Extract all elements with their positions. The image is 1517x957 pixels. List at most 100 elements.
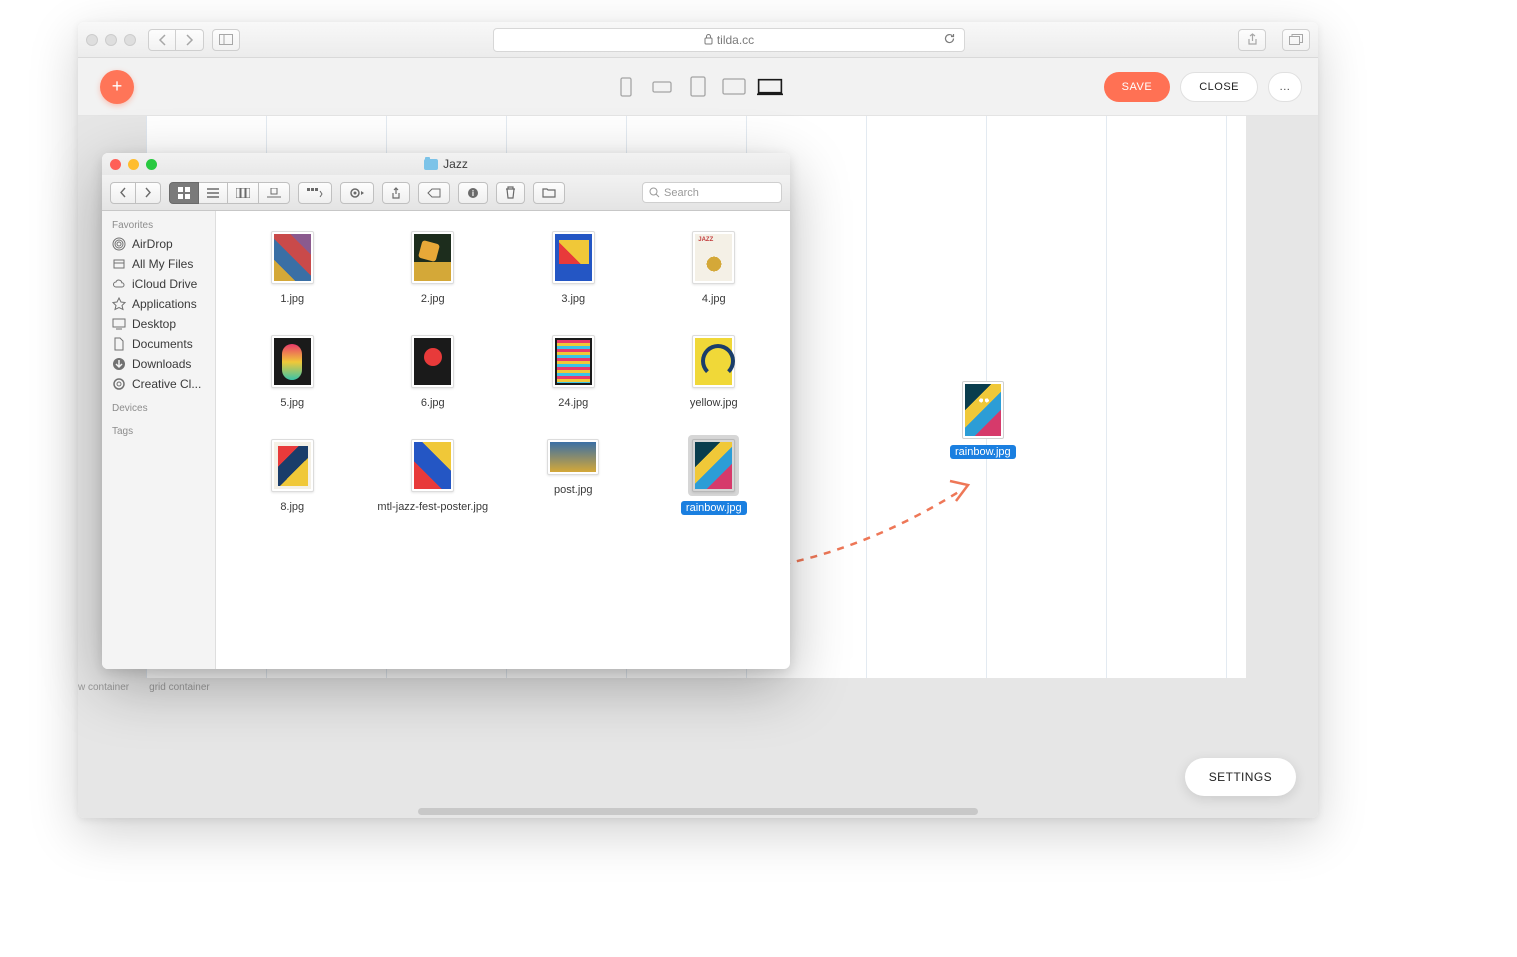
- device-tablet-portrait-icon[interactable]: [685, 76, 711, 98]
- finder-title: Jazz: [443, 157, 468, 171]
- traffic-lights: [86, 34, 136, 46]
- file-item[interactable]: rainbow.jpg: [650, 431, 779, 519]
- file-label: 1.jpg: [280, 293, 304, 305]
- delete-button[interactable]: [496, 182, 525, 204]
- safari-right-controls: [1230, 29, 1310, 51]
- finder-search-input[interactable]: Search: [642, 182, 782, 203]
- finder-body: Favorites AirDrop All My Files iCloud Dr…: [102, 211, 790, 669]
- file-thumbnail: [692, 335, 735, 388]
- view-coverflow-button[interactable]: [259, 182, 290, 204]
- file-item[interactable]: 24.jpg: [509, 327, 638, 413]
- folder-icon: [424, 159, 438, 170]
- sidebar-item-documents[interactable]: Documents: [102, 334, 215, 354]
- finder-sidebar: Favorites AirDrop All My Files iCloud Dr…: [102, 211, 216, 669]
- file-thumbnail: [411, 439, 454, 492]
- finder-close-button[interactable]: [110, 159, 121, 170]
- sidebar-item-airdrop[interactable]: AirDrop: [102, 234, 215, 254]
- file-item[interactable]: yellow.jpg: [650, 327, 779, 413]
- file-item[interactable]: 4.jpg: [650, 223, 779, 309]
- container-label-window: w container: [78, 682, 129, 693]
- sidebar-header-favorites: Favorites: [102, 217, 215, 234]
- sidebar-item-icloud[interactable]: iCloud Drive: [102, 274, 215, 294]
- view-icons-button[interactable]: [169, 182, 199, 204]
- reload-icon[interactable]: [943, 32, 956, 48]
- file-thumbnail: [271, 439, 314, 492]
- finder-zoom-button[interactable]: [146, 159, 157, 170]
- file-item[interactable]: 6.jpg: [369, 327, 498, 413]
- horizontal-scrollbar[interactable]: [418, 808, 978, 815]
- finder-minimize-button[interactable]: [128, 159, 139, 170]
- dragged-file-thumbnail: [962, 381, 1004, 439]
- finder-back-button[interactable]: [110, 182, 136, 204]
- tabs-button[interactable]: [1282, 29, 1310, 51]
- view-list-button[interactable]: [199, 182, 228, 204]
- close-button[interactable]: CLOSE: [1180, 72, 1258, 102]
- add-block-button[interactable]: +: [100, 70, 134, 104]
- file-label: post.jpg: [554, 484, 593, 496]
- file-thumbnail: [692, 231, 735, 284]
- settings-button[interactable]: SETTINGS: [1185, 758, 1296, 796]
- finder-traffic-lights: [110, 159, 157, 170]
- file-item[interactable]: 8.jpg: [228, 431, 357, 519]
- file-label: 24.jpg: [558, 397, 588, 409]
- sidebar-item-creative-cloud[interactable]: Creative Cl...: [102, 374, 215, 394]
- finder-titlebar[interactable]: Jazz: [102, 153, 790, 175]
- device-desktop-icon[interactable]: [757, 76, 783, 98]
- file-item[interactable]: 2.jpg: [369, 223, 498, 309]
- save-button[interactable]: SAVE: [1104, 72, 1171, 102]
- file-thumbnail: [552, 335, 595, 388]
- info-button[interactable]: i: [458, 182, 488, 204]
- back-button[interactable]: [148, 29, 176, 51]
- tags-button[interactable]: [418, 182, 450, 204]
- container-labels: w container grid container: [78, 682, 210, 693]
- action-button[interactable]: [340, 182, 374, 204]
- file-label: rainbow.jpg: [681, 501, 747, 515]
- sidebar-item-downloads[interactable]: Downloads: [102, 354, 215, 374]
- sidebar-item-applications[interactable]: Applications: [102, 294, 215, 314]
- minimize-window-dot[interactable]: [105, 34, 117, 46]
- file-item[interactable]: 3.jpg: [509, 223, 638, 309]
- arrange-button[interactable]: [298, 182, 332, 204]
- sidebar-toggle-button[interactable]: [212, 29, 240, 51]
- editor-toolbar: + SAVE CLOSE ...: [78, 58, 1318, 116]
- zoom-window-dot[interactable]: [124, 34, 136, 46]
- nav-buttons: [148, 29, 204, 51]
- share-finder-button[interactable]: [382, 182, 410, 204]
- finder-forward-button[interactable]: [136, 182, 161, 204]
- file-thumbnail: [271, 335, 314, 388]
- file-thumbnail: [411, 231, 454, 284]
- new-folder-button[interactable]: [533, 182, 565, 204]
- device-phone-portrait-icon[interactable]: [613, 76, 639, 98]
- file-item[interactable]: mtl-jazz-fest-poster.jpg: [369, 431, 498, 519]
- file-label: yellow.jpg: [690, 397, 738, 409]
- url-bar[interactable]: tilda.cc: [493, 28, 965, 52]
- sidebar-item-all-files[interactable]: All My Files: [102, 254, 215, 274]
- sidebar-header-devices: Devices: [102, 400, 215, 417]
- file-label: mtl-jazz-fest-poster.jpg: [377, 501, 488, 513]
- file-label: 2.jpg: [421, 293, 445, 305]
- container-label-grid: grid container: [149, 682, 210, 693]
- file-label: 4.jpg: [702, 293, 726, 305]
- forward-button[interactable]: [176, 29, 204, 51]
- finder-window: Jazz i Search Favorites AirDrop All My F…: [102, 153, 790, 669]
- url-text: tilda.cc: [717, 33, 754, 47]
- sidebar-header-tags: Tags: [102, 423, 215, 440]
- device-phone-landscape-icon[interactable]: [649, 76, 675, 98]
- finder-files-area[interactable]: 1.jpg 2.jpg 3.jpg 4.jpg 5.jpg 6.jpg 24.jpg yell…: [216, 211, 790, 669]
- sidebar-item-desktop[interactable]: Desktop: [102, 314, 215, 334]
- more-button[interactable]: ...: [1268, 72, 1302, 102]
- view-columns-button[interactable]: [228, 182, 259, 204]
- file-item[interactable]: 5.jpg: [228, 327, 357, 413]
- search-placeholder: Search: [664, 187, 699, 199]
- file-label: 6.jpg: [421, 397, 445, 409]
- file-thumbnail: [271, 231, 314, 284]
- close-window-dot[interactable]: [86, 34, 98, 46]
- file-thumbnail: [692, 439, 735, 492]
- file-thumbnail: [411, 335, 454, 388]
- file-item[interactable]: post.jpg: [509, 431, 638, 519]
- share-button[interactable]: [1238, 29, 1266, 51]
- device-tablet-landscape-icon[interactable]: [721, 76, 747, 98]
- file-thumbnail: [547, 439, 599, 475]
- file-item[interactable]: 1.jpg: [228, 223, 357, 309]
- svg-text:i: i: [472, 189, 474, 198]
